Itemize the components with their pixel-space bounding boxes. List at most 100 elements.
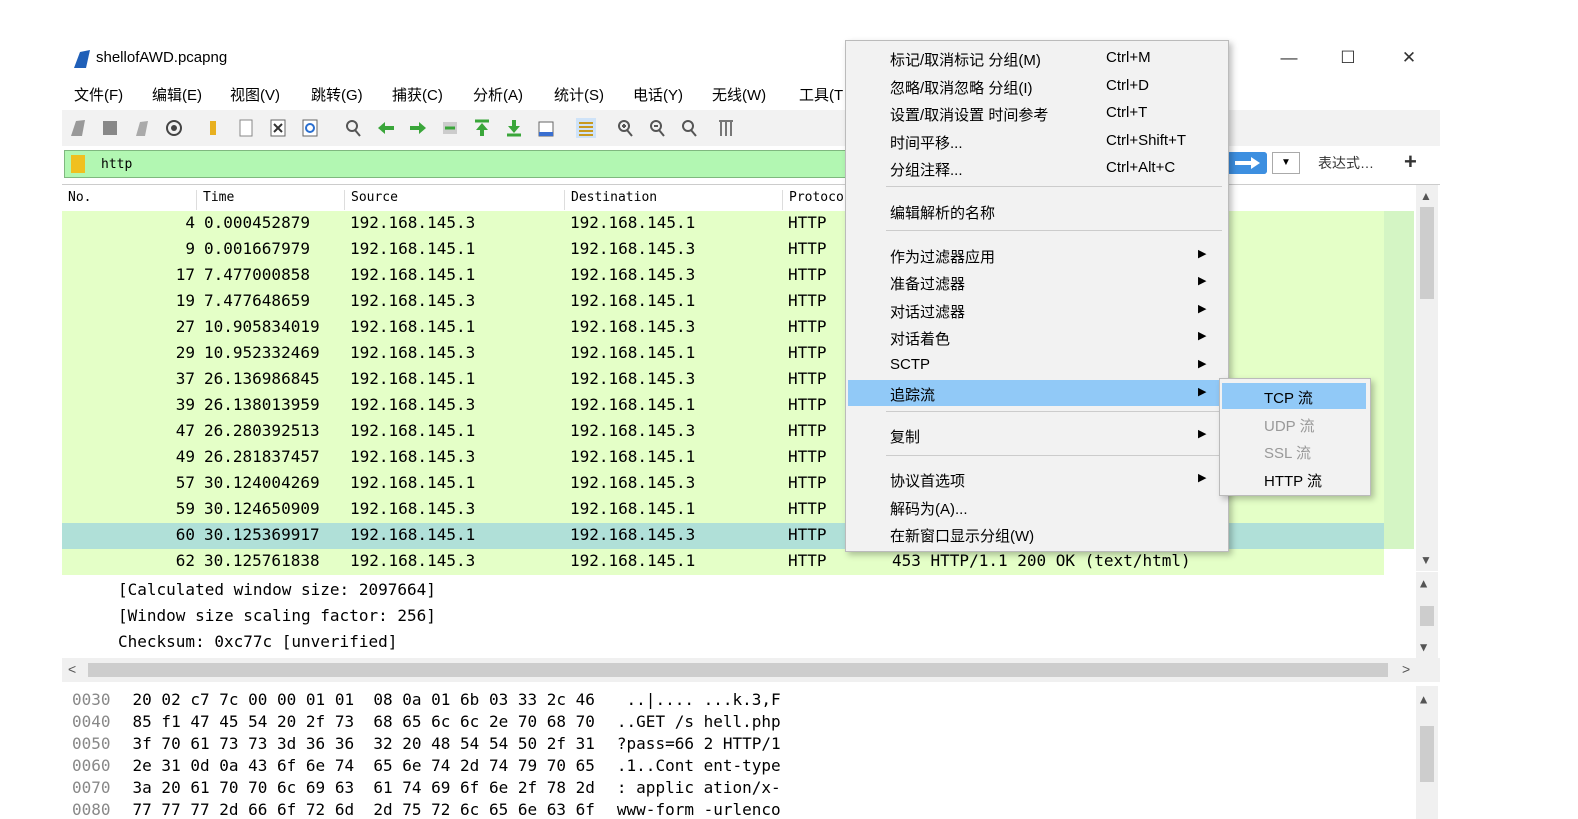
packet-destination: 192.168.145.1 [570,343,696,362]
menu-item-ignore-packet[interactable]: 忽略/取消忽略 分组(I) Ctrl+D [848,73,1226,99]
go-forward-icon[interactable] [408,118,428,138]
packet-time: 26.138013959 [204,395,320,414]
menu-wireless[interactable]: 无线(W) [712,84,766,105]
expression-button[interactable]: 表达式… [1318,153,1374,173]
hex-line[interactable]: 0050 3f 70 61 73 73 3d 36 36 32 20 48 54 … [72,734,781,753]
menu-item-copy[interactable]: 复制 ▶ [848,422,1226,448]
restart-capture-icon[interactable] [132,118,152,138]
reload-file-icon[interactable] [300,118,320,138]
menu-item-conversation-filter[interactable]: 对话过滤器 ▶ [848,297,1226,323]
hex-line[interactable]: 0080 77 77 77 2d 66 6f 72 6d 2d 75 72 6c … [72,800,781,819]
hex-offset: 0080 [72,800,111,819]
detail-line[interactable]: [Window size scaling factor: 256] [118,606,436,625]
submenu-item-tcp-stream[interactable]: TCP 流 [1222,383,1366,409]
stop-capture-icon[interactable] [100,118,120,138]
column-source[interactable]: Source [344,190,398,210]
packet-time: 30.124650909 [204,499,320,518]
filter-history-dropdown[interactable]: ▼ [1272,152,1300,174]
column-time[interactable]: Time [196,190,234,210]
go-last-icon[interactable] [504,118,524,138]
bytes-scrollbar[interactable]: ▲ [1416,686,1438,819]
packet-source: 192.168.145.1 [350,239,476,258]
packet-no: 57 [175,473,195,492]
menu-telephony[interactable]: 电话(Y) [633,84,683,105]
find-packet-icon[interactable] [344,118,364,138]
go-back-icon[interactable] [376,118,396,138]
menu-file[interactable]: 文件(F) [74,84,123,105]
detail-line[interactable]: Checksum: 0xc77c [unverified] [118,632,397,651]
zoom-normal-icon[interactable] [680,118,700,138]
submenu-arrow-icon: ▶ [1198,303,1207,315]
scroll-up-icon[interactable]: ▲ [1420,692,1427,706]
scroll-thumb[interactable] [1420,606,1434,626]
column-no[interactable]: No. [62,190,91,210]
menu-item-show-in-new-window[interactable]: 在新窗口显示分组(W) [848,521,1226,547]
go-to-packet-icon[interactable] [440,118,460,138]
menu-statistics[interactable]: 统计(S) [554,84,604,105]
menu-edit[interactable]: 编辑(E) [152,84,202,105]
bookmark-icon[interactable] [71,155,85,173]
packet-time: 0.001667979 [204,239,310,258]
menu-item-time-shift[interactable]: 时间平移... Ctrl+Shift+T [848,128,1226,154]
close-button[interactable]: ✕ [1389,48,1429,72]
colorize-icon[interactable] [576,118,596,138]
open-file-icon[interactable] [204,118,224,138]
packet-details-pane: [Calculated window size: 2097664] [Windo… [62,572,1440,658]
menu-item-colorize-conversation[interactable]: 对话着色 ▶ [848,324,1226,350]
packet-list-scrollbar[interactable]: ▲ ▼ [1416,185,1438,571]
menu-item-time-reference[interactable]: 设置/取消设置 时间参考 Ctrl+T [848,100,1226,126]
column-protocol[interactable]: Protoco [782,190,844,210]
scroll-up-icon[interactable]: ▲ [1420,189,1432,203]
apply-filter-arrow-icon[interactable] [1227,152,1267,174]
menu-tools[interactable]: 工具(T [799,84,843,105]
save-file-icon[interactable] [236,118,256,138]
packet-bytes-pane: 0030 20 02 c7 7c 00 00 01 01 08 0a 01 6b … [62,686,1440,819]
menu-item-decode-as[interactable]: 解码为(A)... [848,494,1226,520]
zoom-out-icon[interactable] [648,118,668,138]
packet-destination: 192.168.145.3 [570,317,696,336]
autoscroll-icon[interactable] [536,118,556,138]
scroll-down-icon[interactable]: ▼ [1420,553,1432,567]
scroll-thumb[interactable] [88,663,1388,677]
menu-item-mark-packet[interactable]: 标记/取消标记 分组(M) Ctrl+M [848,45,1226,71]
start-capture-icon[interactable] [68,118,88,138]
resize-columns-icon[interactable] [716,118,736,138]
menu-item-follow-stream[interactable]: 追踪流 ▶ [848,380,1226,406]
packet-destination: 192.168.145.3 [570,265,696,284]
scroll-thumb[interactable] [1420,726,1434,782]
column-destination[interactable]: Destination [564,190,657,210]
packet-no: 60 [175,525,195,544]
capture-options-icon[interactable] [164,118,184,138]
detail-line[interactable]: [Calculated window size: 2097664] [118,580,436,599]
scroll-right-icon[interactable]: > [1402,661,1410,677]
menu-item-protocol-preferences[interactable]: 协议首选项 ▶ [848,466,1226,492]
minimize-button[interactable]: — [1269,48,1309,72]
menu-capture[interactable]: 捕获(C) [392,84,443,105]
details-scrollbar[interactable]: ▲ ▼ [1416,572,1438,658]
scroll-thumb[interactable] [1420,207,1434,299]
menu-go[interactable]: 跳转(G) [311,84,363,105]
scroll-down-icon[interactable]: ▼ [1420,640,1427,654]
menu-item-edit-resolved-name[interactable]: 编辑解析的名称 [848,198,1226,224]
filter-text: http [101,157,133,172]
submenu-item-http-stream[interactable]: HTTP 流 [1222,466,1366,492]
scroll-left-icon[interactable]: < [68,661,76,677]
details-horizontal-scrollbar[interactable]: < > [62,658,1440,682]
add-filter-button[interactable]: + [1404,149,1417,175]
packet-time: 10.905834019 [204,317,320,336]
menu-item-sctp[interactable]: SCTP ▶ [848,352,1226,378]
menu-view[interactable]: 视图(V) [230,84,280,105]
menu-item-apply-as-filter[interactable]: 作为过滤器应用 ▶ [848,242,1226,268]
hex-line[interactable]: 0030 20 02 c7 7c 00 00 01 01 08 0a 01 6b … [72,690,781,709]
hex-line[interactable]: 0060 2e 31 0d 0a 43 6f 6e 74 65 6e 74 2d … [72,756,781,775]
scroll-up-icon[interactable]: ▲ [1420,576,1427,590]
close-file-icon[interactable] [268,118,288,138]
zoom-in-icon[interactable] [616,118,636,138]
maximize-button[interactable]: ☐ [1328,48,1368,72]
hex-line[interactable]: 0040 85 f1 47 45 54 20 2f 73 68 65 6c 6c … [72,712,781,731]
hex-line[interactable]: 0070 3a 20 61 70 70 6c 69 63 61 74 69 6f … [72,778,781,797]
go-first-icon[interactable] [472,118,492,138]
menu-item-packet-comment[interactable]: 分组注释... Ctrl+Alt+C [848,155,1226,181]
menu-analyze[interactable]: 分析(A) [473,84,523,105]
menu-item-prepare-filter[interactable]: 准备过滤器 ▶ [848,269,1226,295]
